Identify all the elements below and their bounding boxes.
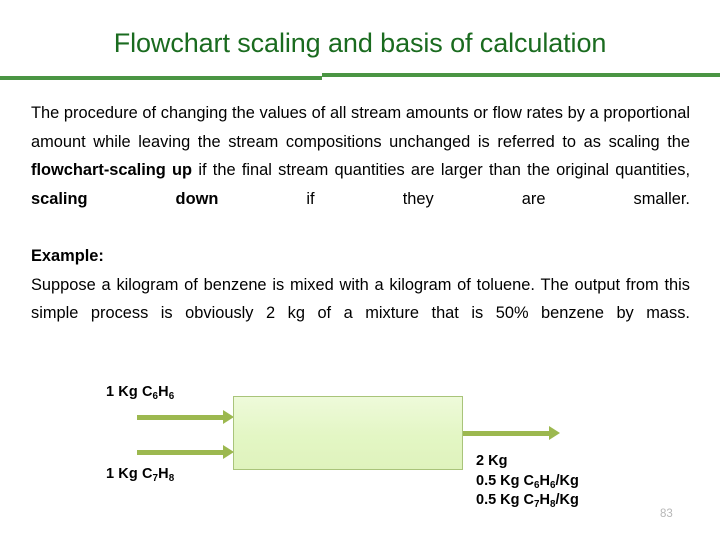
output-toluene-suffix: /Kg — [555, 492, 579, 508]
example-heading-text: Example: — [31, 246, 104, 265]
example-paragraph: Suppose a kilogram of benzene is mixed w… — [31, 275, 690, 323]
definition-segment-2-bold: flowchart-scaling up — [31, 161, 193, 180]
output-benzene-suffix: /Kg — [555, 472, 579, 489]
process-unit-box — [233, 396, 463, 470]
slide-number: 83 — [660, 508, 673, 520]
page-title: Flowchart scaling and basis of calculati… — [113, 28, 607, 58]
diagram-input-label-benzene: 1 Kg C6H6 — [106, 384, 175, 402]
input-toluene-amount: 1 Kg — [106, 466, 138, 482]
benzene-element-h: H — [158, 384, 169, 400]
output-line-total: 2 Kg — [476, 452, 579, 472]
arrow-head-icon — [549, 426, 560, 440]
title-divider-left-segment — [0, 76, 322, 80]
input-benzene-formula: C6H6 — [141, 384, 175, 402]
example-heading: Example: — [31, 242, 690, 271]
output-total-amount: 2 Kg — [476, 453, 508, 469]
benzene-subscript-h: 6 — [168, 390, 175, 402]
definition-segment-4-bold: scaling down — [31, 189, 219, 208]
definition-segment-3: if the final stream quantities are large… — [192, 161, 690, 180]
process-flow-diagram: 1 Kg C6H6 1 Kg C7H8 2 Kg 0.5 Kg C6H6/Kg … — [0, 370, 720, 540]
diagram-input-label-toluene: 1 Kg C7H8 — [106, 466, 175, 484]
output-line-toluene-fraction: 0.5 Kg C7H8/Kg — [476, 491, 579, 511]
arrow-shaft — [137, 415, 223, 420]
output-arrow-product — [463, 426, 560, 440]
benzene-element-c: C — [141, 384, 153, 400]
input-benzene-amount: 1 Kg — [106, 384, 138, 400]
toluene-element-h: H — [158, 466, 169, 482]
definition-paragraph: The procedure of changing the values of … — [31, 99, 690, 242]
definition-segment-1: The procedure of changing the values of … — [31, 104, 690, 151]
input-toluene-formula: C7H8 — [141, 466, 175, 484]
toluene-subscript-h: 8 — [168, 472, 175, 484]
title-divider — [0, 70, 720, 82]
definition-segment-5: if they are smaller. — [218, 189, 690, 208]
output-line-benzene-fraction: 0.5 Kg C6H6/Kg — [476, 472, 579, 492]
toluene-element-c: C — [141, 466, 153, 482]
input-arrow-benzene — [137, 410, 234, 424]
arrow-shaft — [137, 450, 223, 455]
output-toluene-element-h: H — [539, 492, 550, 508]
output-benzene-prefix: 0.5 Kg C — [476, 472, 535, 489]
input-arrow-toluene — [137, 445, 234, 459]
output-benzene-element-h: H — [539, 472, 550, 489]
arrow-shaft — [463, 431, 549, 436]
diagram-output-labels: 2 Kg 0.5 Kg C6H6/Kg 0.5 Kg C7H8/Kg — [476, 452, 579, 511]
body-text-block: The procedure of changing the values of … — [31, 99, 690, 356]
output-toluene-prefix: 0.5 Kg C — [476, 492, 535, 508]
title-divider-right-segment — [322, 73, 720, 77]
